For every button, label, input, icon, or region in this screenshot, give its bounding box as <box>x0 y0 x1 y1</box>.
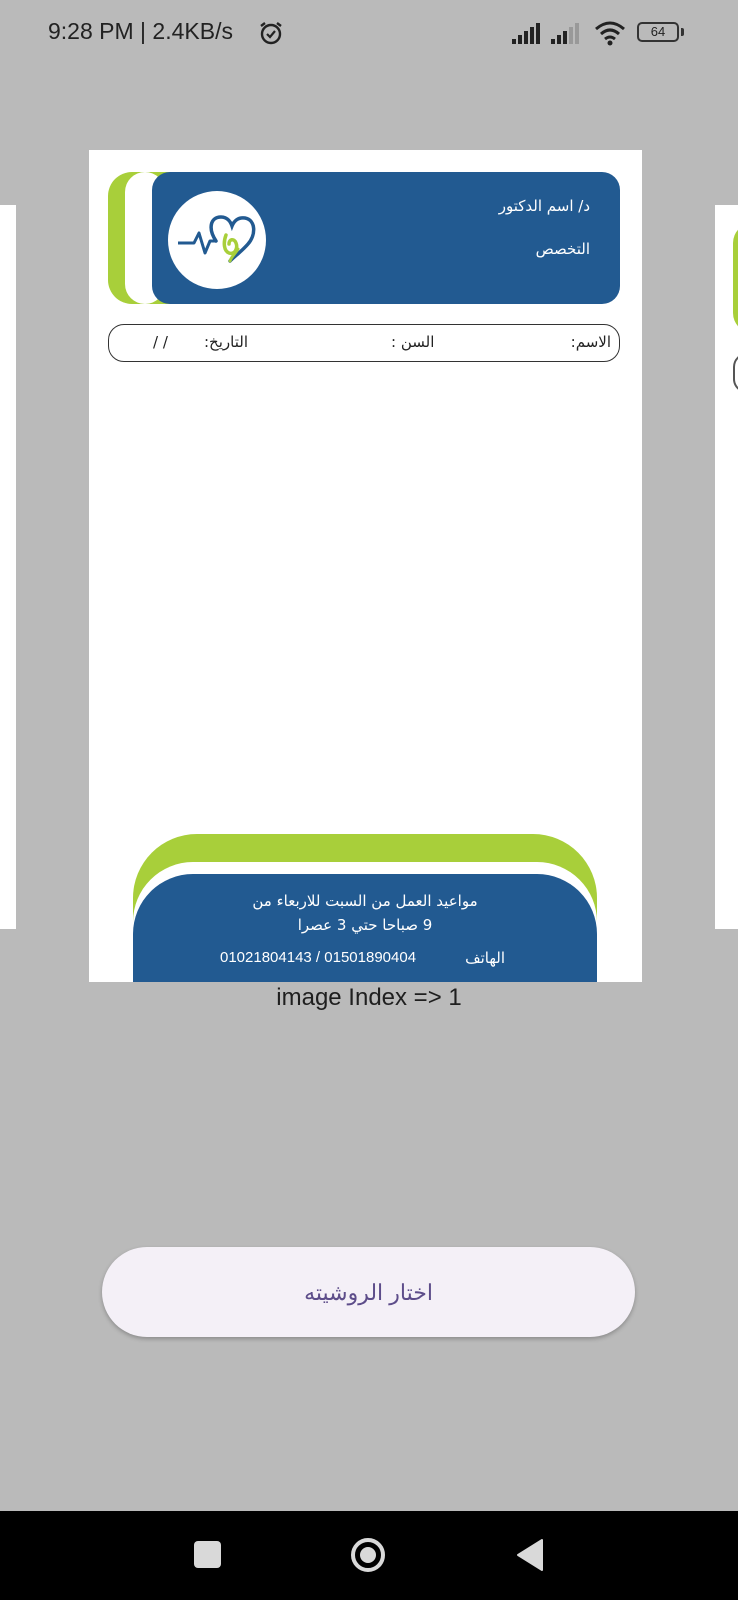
status-bar: 9:28 PM | 2.4KB/s 64 <box>0 0 738 66</box>
next-prescription-card[interactable] <box>715 205 738 929</box>
phone-label: الهاتف <box>465 949 505 967</box>
choose-prescription-button[interactable]: اختار الروشيته <box>102 1247 635 1337</box>
choose-prescription-label: اختار الروشيته <box>304 1280 433 1305</box>
date-label: التاريخ: <box>204 333 248 351</box>
patient-info-row: الاسم: السن : التاريخ: / / <box>108 324 620 362</box>
date-placeholder: / / <box>153 333 168 351</box>
battery-tip <box>681 28 684 36</box>
doctor-specialty: التخصص <box>535 240 590 258</box>
alarm-icon <box>260 22 282 45</box>
home-icon[interactable] <box>350 1537 386 1573</box>
prescription-template-card[interactable]: د/ اسم الدكتور التخصص الاسم: السن : التا… <box>89 150 642 982</box>
patient-name-label: الاسم: <box>570 333 611 351</box>
phone-numbers: 01021804143 / 01501890404 <box>220 949 417 966</box>
working-hours-line2: 9 صباحا حتي 3 عصرا <box>297 916 433 934</box>
heart-logo <box>168 191 266 289</box>
wifi-icon <box>595 21 625 46</box>
navigation-bar <box>0 1511 738 1600</box>
signal-icon <box>512 23 540 44</box>
recent-apps-icon[interactable] <box>194 1541 221 1568</box>
previous-prescription-card[interactable] <box>0 205 16 929</box>
battery-icon: 64 <box>637 22 679 42</box>
image-index-caption: image Index => 1 <box>276 984 462 1011</box>
heart-stethoscope-icon <box>178 215 256 263</box>
status-time: 9:28 PM | 2.4KB/s <box>48 18 233 44</box>
patient-age-label: السن : <box>391 333 435 351</box>
doctor-name: د/ اسم الدكتور <box>498 197 590 215</box>
back-icon[interactable] <box>515 1538 545 1572</box>
signal-icon <box>551 23 579 44</box>
working-hours-line1: مواعيد العمل من السبت للاربعاء من <box>252 892 478 910</box>
